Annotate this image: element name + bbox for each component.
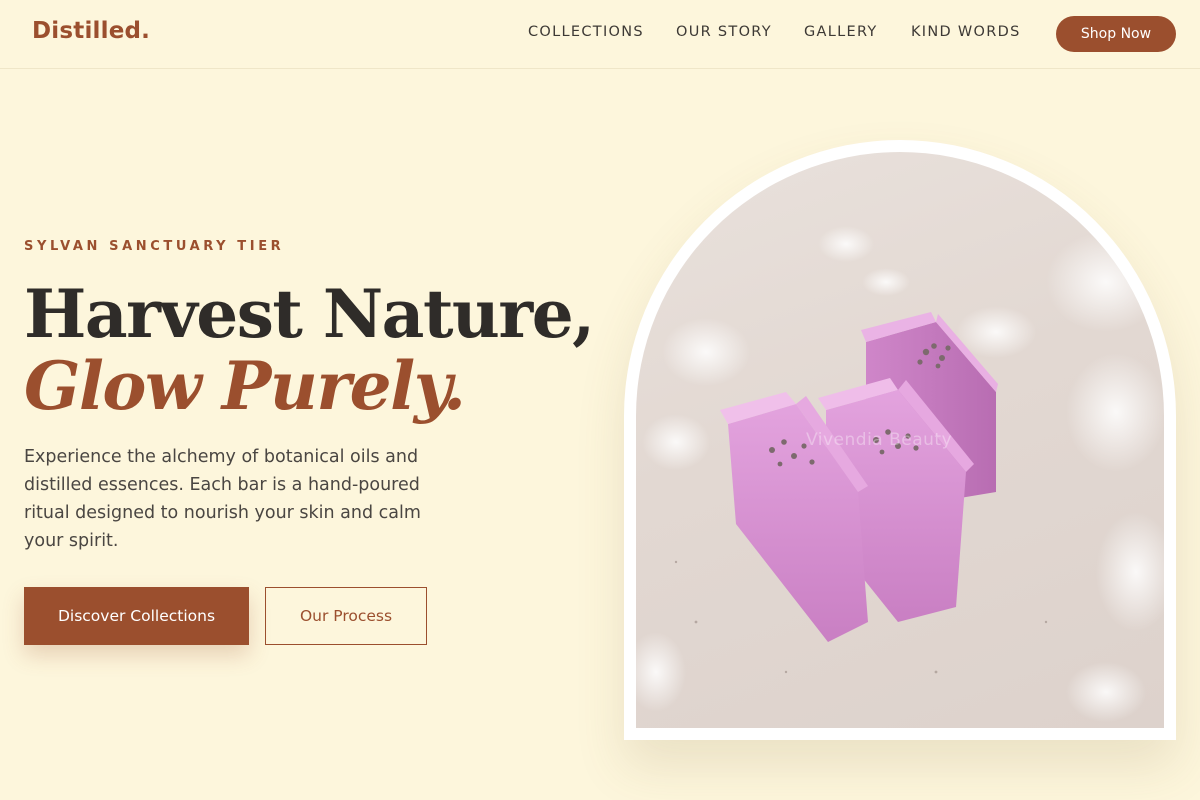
brand-logo[interactable]: Distilled. xyxy=(32,18,150,44)
nav-item-collections[interactable]: COLLECTIONS xyxy=(528,24,644,40)
top-navigation: Distilled. COLLECTIONS OUR STORY GALLERY… xyxy=(0,0,1200,69)
hero-image-frame: Vivendia Beauty xyxy=(624,140,1176,740)
headline-line-1: Harvest Nature, xyxy=(24,275,595,353)
hero-eyebrow: SYLVAN SANCTUARY TIER xyxy=(24,239,285,254)
our-process-button[interactable]: Our Process xyxy=(265,587,427,645)
headline-line-2: Glow Purely. xyxy=(24,347,466,425)
nav-item-kind-words[interactable]: KIND WORDS xyxy=(911,24,1021,40)
hero-headline: Harvest Nature, Glow Purely. xyxy=(24,275,595,425)
hero-description: Experience the alchemy of botanical oils… xyxy=(24,447,421,551)
nav-item-gallery[interactable]: GALLERY xyxy=(804,24,878,40)
nav-item-our-story[interactable]: OUR STORY xyxy=(676,24,772,40)
lavender-soap-photo: Vivendia Beauty xyxy=(636,152,1164,728)
discover-collections-button[interactable]: Discover Collections xyxy=(24,587,249,645)
shop-now-button[interactable]: Shop Now xyxy=(1056,16,1176,52)
image-watermark: Vivendia Beauty xyxy=(806,430,953,450)
